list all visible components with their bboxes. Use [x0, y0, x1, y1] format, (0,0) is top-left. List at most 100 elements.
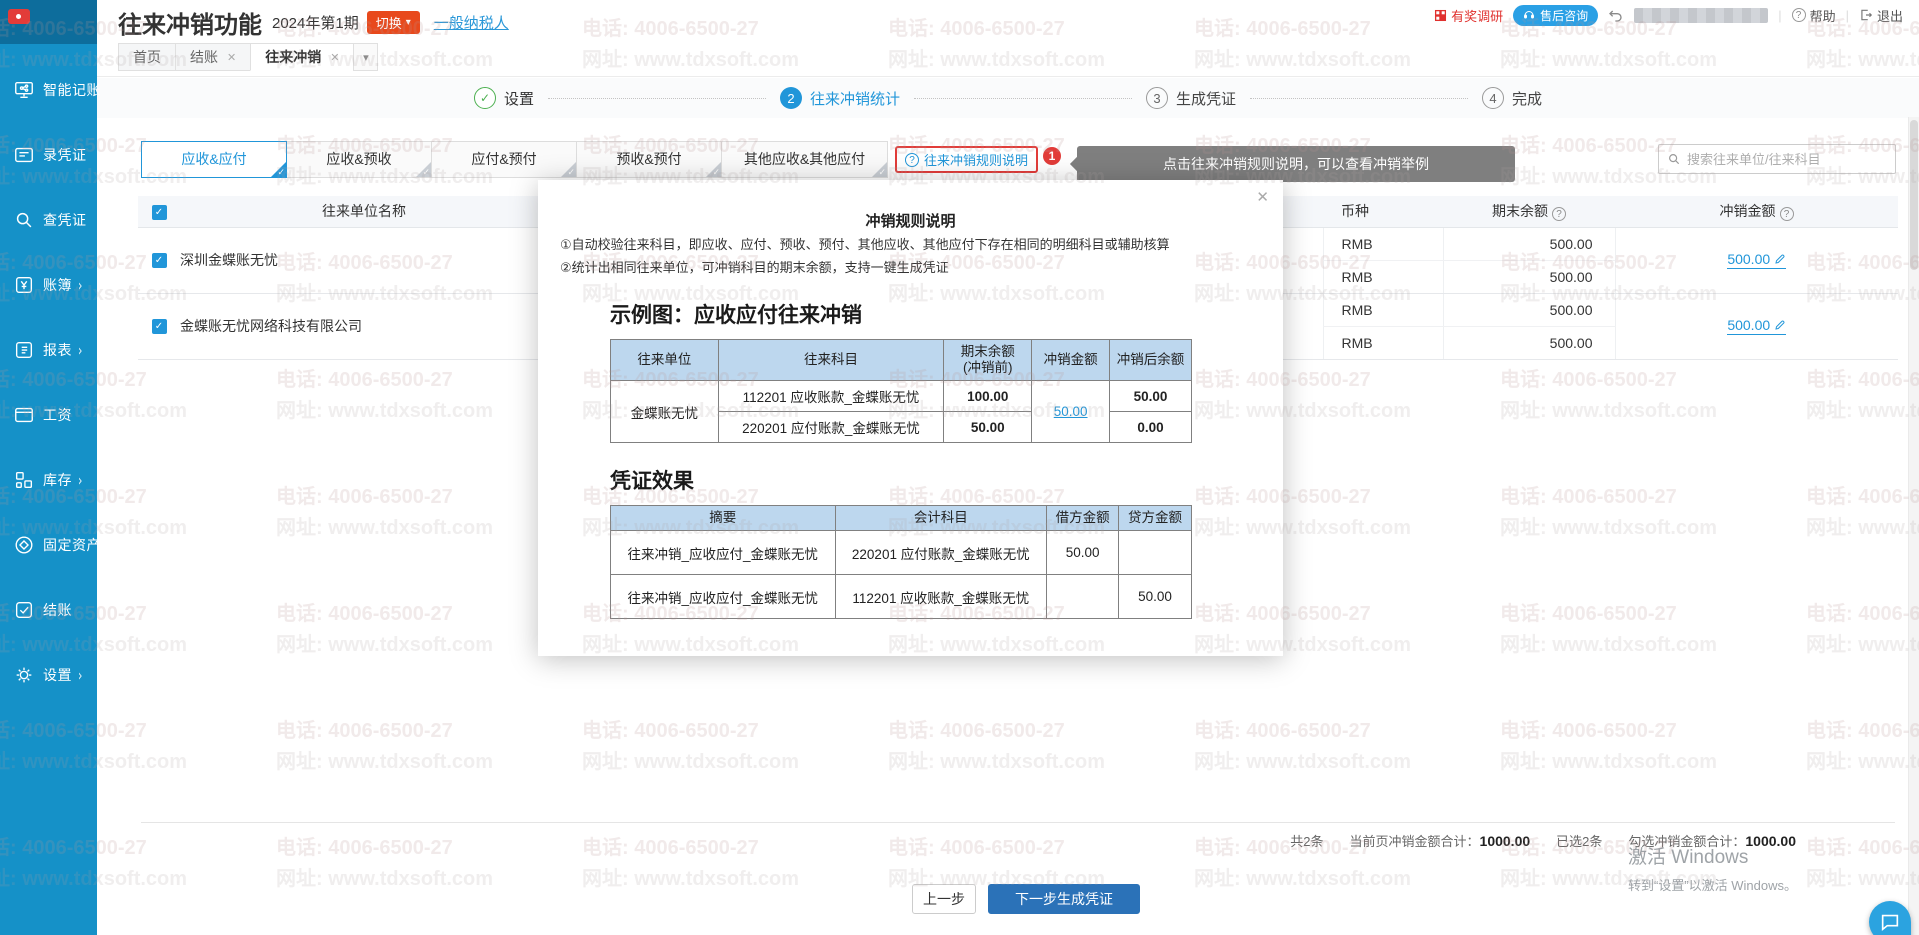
- sidebar-item-smart-accounting[interactable]: 智能记账: [12, 73, 97, 107]
- ending-balance-cell: 500.00: [1443, 293, 1615, 326]
- undo-icon[interactable]: [1608, 7, 1624, 23]
- tab-home[interactable]: 首页: [118, 43, 176, 71]
- sidebar-item-ledger[interactable]: 账簿 ›: [12, 268, 97, 302]
- check-icon: ✓: [878, 168, 886, 177]
- sidebar-item-label: 工资: [43, 405, 72, 425]
- ending-balance-cell: 500.00: [1443, 260, 1615, 293]
- col-header-balance: 期末余额?: [1443, 196, 1615, 227]
- sidebar: 智能记账 录凭证 查凭证 账簿 › 报表 › 工资: [0, 0, 97, 935]
- sidebar-item-label: 智能记账: [43, 80, 101, 100]
- question-circle-icon: ?: [1792, 8, 1806, 22]
- modal-title: 冲销规则说明: [560, 210, 1261, 231]
- tabs-dropdown-button[interactable]: ▾: [353, 43, 378, 71]
- rules-tooltip: 点击往来冲销规则说明，可以查看冲销举例: [1077, 146, 1515, 182]
- partner-name: 金蝶账无忧网络科技有限公司: [180, 293, 548, 359]
- chat-icon: [1879, 911, 1901, 933]
- sidebar-item-label: 账簿: [43, 275, 72, 295]
- logout-link[interactable]: 退出: [1859, 6, 1903, 25]
- headset-icon: [1523, 9, 1535, 21]
- writeoff-amount-link[interactable]: 500.00: [1727, 317, 1786, 335]
- chevron-right-icon: ›: [78, 666, 82, 684]
- chevron-right-icon: ›: [78, 276, 82, 294]
- voucher-effect-table: 摘要 会计科目 借方金额 贷方金额 往来冲销_应收应付_金蝶账无忧 220201…: [610, 505, 1192, 619]
- switch-period-button[interactable]: 切换▾: [367, 11, 420, 34]
- voucher-search-icon: [12, 208, 36, 232]
- voucher-row: 往来冲销_应收应付_金蝶账无忧 112201 应收账款_金蝶账无忧 50.00: [611, 575, 1192, 619]
- filter-tab-ar-advance-receipt[interactable]: 应收&预收 ✓: [286, 141, 432, 178]
- sidebar-item-settings[interactable]: 设置 ›: [12, 658, 97, 692]
- question-circle-icon: ?: [905, 153, 919, 167]
- help-link[interactable]: ? 帮助: [1792, 6, 1836, 25]
- previous-step-button[interactable]: 上一步: [912, 884, 976, 914]
- fixed-assets-icon: [12, 533, 36, 557]
- salary-card-icon: [12, 403, 36, 427]
- filter-tab-other[interactable]: 其他应收&其他应付 ✓: [721, 141, 888, 178]
- close-icon[interactable]: ✕: [227, 51, 236, 64]
- wizard-steps: ✓ 设置 2 往来冲销统计 3 生成凭证 4 完成: [97, 78, 1919, 118]
- select-all-checkbox[interactable]: ✓: [152, 205, 167, 220]
- writeoff-amount-cell: 500.00: [1615, 293, 1898, 359]
- sidebar-item-reports[interactable]: 报表 ›: [12, 333, 97, 367]
- vertical-scrollbar[interactable]: [1908, 117, 1919, 935]
- question-circle-icon[interactable]: ?: [1552, 207, 1566, 221]
- writeoff-rules-button[interactable]: ? 往来冲销规则说明: [895, 146, 1038, 173]
- col-header-currency: 币种: [1323, 196, 1443, 227]
- header-actions: 有奖调研 售后咨询 | ? 帮助 | 退出: [1434, 4, 1903, 26]
- rule-description-2: ②统计出相同往来单位，可冲销科目的期末余额，支持一键生成凭证: [560, 258, 1261, 277]
- total-count: 共2条: [1290, 831, 1323, 850]
- close-icon[interactable]: ✕: [330, 51, 339, 64]
- example-row: 金蝶账无忧 112201 应收账款_金蝶账无忧 100.00 50.00 50.…: [611, 381, 1192, 412]
- sidebar-item-closing[interactable]: 结账: [12, 593, 97, 627]
- pencil-icon: [1774, 319, 1786, 331]
- logout-icon: [1859, 8, 1873, 22]
- chevron-right-icon: ›: [78, 341, 82, 359]
- close-icon[interactable]: ✕: [1256, 188, 1269, 206]
- col-header-name: 往来单位名称: [180, 196, 548, 227]
- example-writeoff-link[interactable]: 50.00: [1054, 404, 1088, 419]
- tab-closing[interactable]: 结账 ✕: [175, 43, 251, 71]
- taxpayer-type-link[interactable]: 一般纳税人: [434, 12, 509, 33]
- sidebar-item-label: 库存: [43, 470, 72, 490]
- check-icon: ✓: [712, 168, 720, 177]
- writeoff-amount-link[interactable]: 500.00: [1727, 251, 1786, 269]
- sidebar-item-inventory[interactable]: 库存 ›: [12, 463, 97, 497]
- filter-tab-advance-prepaid[interactable]: 预收&预付 ✓: [576, 141, 722, 178]
- step-writeoff-stats: 2 往来冲销统计: [780, 87, 900, 109]
- partner-name: 深圳金蝶账无忧: [180, 227, 548, 293]
- period-label: 2024年第1期: [272, 12, 359, 33]
- header: 往来冲销功能 2024年第1期 切换▾ 一般纳税人 有奖调研 售后咨询 | ? …: [97, 0, 1919, 77]
- chat-bubble-button[interactable]: [1869, 901, 1911, 935]
- sidebar-item-voucher-entry[interactable]: 录凭证: [12, 138, 97, 172]
- sidebar-item-voucher-search[interactable]: 查凭证: [12, 203, 97, 237]
- row-checkbox[interactable]: ✓: [152, 319, 167, 334]
- row-checkbox[interactable]: ✓: [152, 253, 167, 268]
- scrollbar-thumb[interactable]: [1910, 120, 1918, 270]
- sidebar-logo-area: [0, 0, 97, 44]
- voucher-row: 往来冲销_应收应付_金蝶账无忧 220201 应付账款_金蝶账无忧 50.00: [611, 531, 1192, 575]
- example-table: 往来单位 往来科目 期末余额(冲销前) 冲销金额 冲销后余额 金蝶账无忧 112…: [610, 339, 1192, 443]
- report-icon: [12, 338, 36, 362]
- support-button[interactable]: 售后咨询: [1513, 5, 1598, 26]
- select-all-cell: ✓: [138, 196, 180, 227]
- example-unit: 金蝶账无忧: [611, 381, 719, 443]
- filter-tab-ar-ap[interactable]: 应收&应付 ✓: [141, 141, 287, 178]
- sidebar-item-fixed-assets[interactable]: 固定资产: [12, 528, 97, 562]
- check-icon: ✓: [422, 168, 430, 177]
- smart-accounting-icon: [12, 78, 36, 102]
- filter-tab-ap-prepaid[interactable]: 应付&预付 ✓: [431, 141, 577, 178]
- sidebar-item-label: 录凭证: [43, 145, 87, 165]
- sidebar-item-label: 固定资产: [43, 535, 101, 555]
- sidebar-item-label: 结账: [43, 600, 72, 620]
- currency-cell: RMB: [1323, 227, 1443, 260]
- search-input[interactable]: [1687, 152, 1887, 167]
- inventory-blocks-icon: [12, 468, 36, 492]
- grid-icon: [1434, 9, 1447, 22]
- sidebar-item-label: 查凭证: [43, 210, 87, 230]
- survey-link[interactable]: 有奖调研: [1434, 6, 1503, 25]
- closing-check-icon: [12, 598, 36, 622]
- currency-cell: RMB: [1323, 293, 1443, 326]
- sidebar-item-salary[interactable]: 工资: [12, 398, 97, 432]
- question-circle-icon[interactable]: ?: [1780, 207, 1794, 221]
- next-step-button[interactable]: 下一步生成凭证: [988, 884, 1140, 914]
- tab-writeoff[interactable]: 往来冲销 ✕: [250, 43, 354, 71]
